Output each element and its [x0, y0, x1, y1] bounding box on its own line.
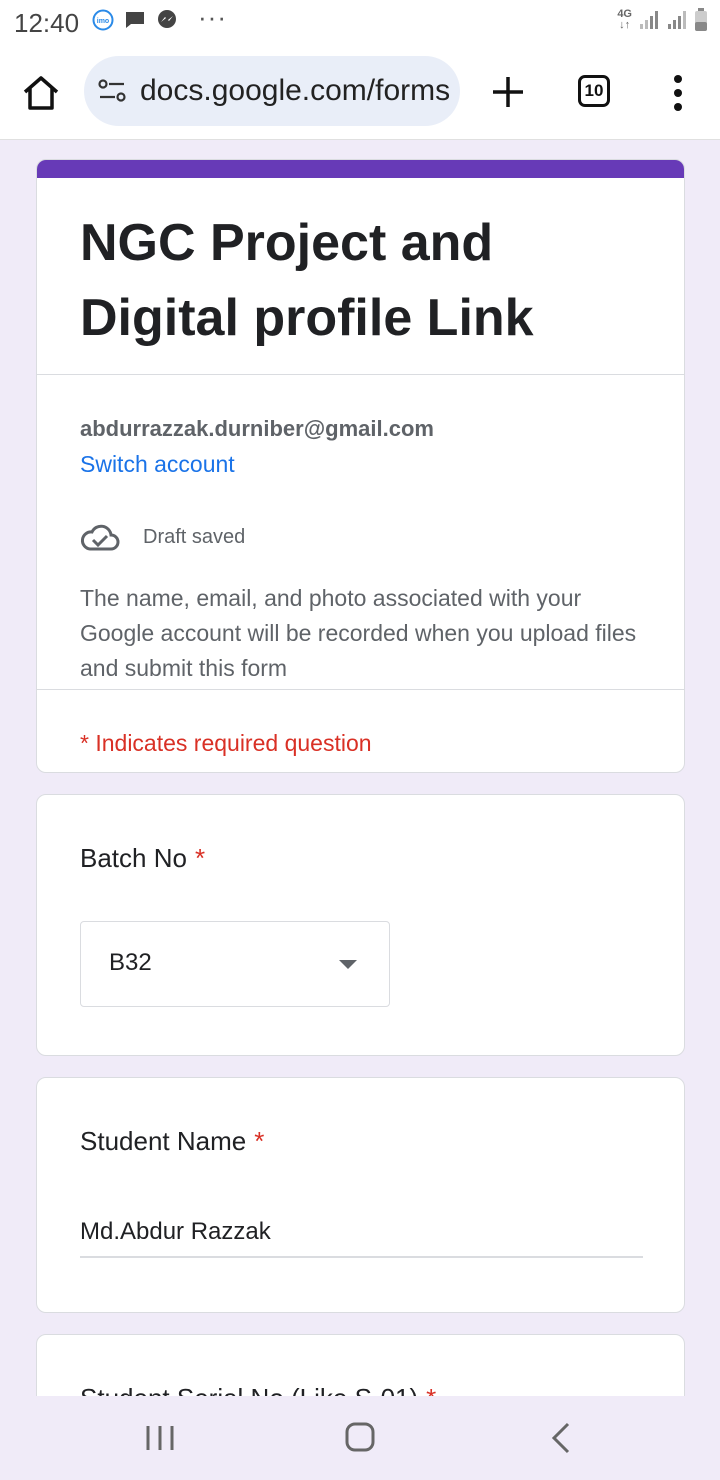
dropdown-arrow-icon — [339, 960, 357, 969]
question-card-student-name: Student Name * Md.Abdur Razzak — [36, 1077, 685, 1313]
more-menu-icon[interactable] — [668, 74, 688, 112]
svg-text:imo: imo — [97, 18, 109, 25]
signal-icon — [640, 11, 658, 29]
browser-toolbar: docs.google.com/forms 10 — [0, 44, 720, 140]
dropdown-selected-value: B32 — [109, 949, 152, 976]
message-icon — [124, 9, 146, 31]
form-page[interactable]: NGC Project and Digital profile Link abd… — [0, 141, 720, 1396]
notification-icons: imo — [92, 9, 178, 31]
status-time: 12:40 — [14, 8, 80, 38]
question-title: Student Serial No (Like S-01) — [80, 1383, 418, 1396]
status-bar: 12:40 imo ··· 4G ↓↑ — [0, 0, 720, 44]
network-type-icon: 4G ↓↑ — [617, 8, 632, 31]
required-asterisk: * — [426, 1383, 436, 1396]
home-nav-icon[interactable] — [340, 1420, 380, 1456]
question-card-batch-no: Batch No * B32 — [36, 794, 685, 1056]
recent-apps-icon[interactable] — [140, 1420, 180, 1456]
form-accent-bar — [37, 160, 684, 178]
required-asterisk: * — [254, 1126, 265, 1156]
question-label: Batch No * — [80, 843, 205, 874]
messenger-icon — [156, 9, 178, 31]
system-icons: 4G ↓↑ — [617, 8, 708, 32]
notice-divider — [37, 689, 684, 690]
batch-no-dropdown[interactable]: B32 — [80, 921, 390, 1007]
back-icon[interactable] — [542, 1420, 582, 1456]
home-icon[interactable] — [20, 72, 62, 114]
url-text: docs.google.com/forms — [140, 74, 451, 107]
new-tab-icon[interactable] — [488, 72, 528, 112]
privacy-notice: The name, email, and photo associated wi… — [80, 585, 637, 681]
header-divider — [37, 374, 684, 375]
form-header-card: NGC Project and Digital profile Link abd… — [36, 159, 685, 773]
question-title: Student Name — [80, 1126, 247, 1156]
tab-switcher-button[interactable]: 10 — [578, 75, 610, 107]
required-asterisk: * — [194, 843, 206, 873]
question-title: Batch No — [80, 843, 187, 873]
form-title: NGC Project and Digital profile Link — [80, 214, 534, 347]
tab-count: 10 — [584, 81, 604, 100]
battery-icon — [695, 8, 707, 31]
site-settings-icon[interactable] — [98, 79, 126, 103]
question-label: Student Name * — [80, 1126, 264, 1157]
draft-status: Draft saved — [143, 526, 246, 548]
question-label: Student Serial No (Like S-01) * — [80, 1383, 436, 1396]
more-notifications-icon: ··· — [198, 2, 227, 32]
question-card-student-serial: Student Serial No (Like S-01) * — [36, 1334, 685, 1396]
signal-icon — [668, 11, 686, 29]
imo-icon: imo — [92, 9, 114, 31]
switch-account-link[interactable]: Switch account — [80, 451, 235, 478]
address-bar[interactable]: docs.google.com/forms — [84, 56, 460, 126]
system-navigation-bar — [0, 1396, 720, 1480]
student-name-input[interactable]: Md.Abdur Razzak — [80, 1212, 643, 1258]
cloud-done-icon — [81, 524, 120, 551]
required-indicator-note: * Indicates required question — [80, 730, 372, 756]
account-email: abdurrazzak.durniber@gmail.com — [80, 416, 434, 441]
network-type: 4G — [617, 8, 632, 20]
